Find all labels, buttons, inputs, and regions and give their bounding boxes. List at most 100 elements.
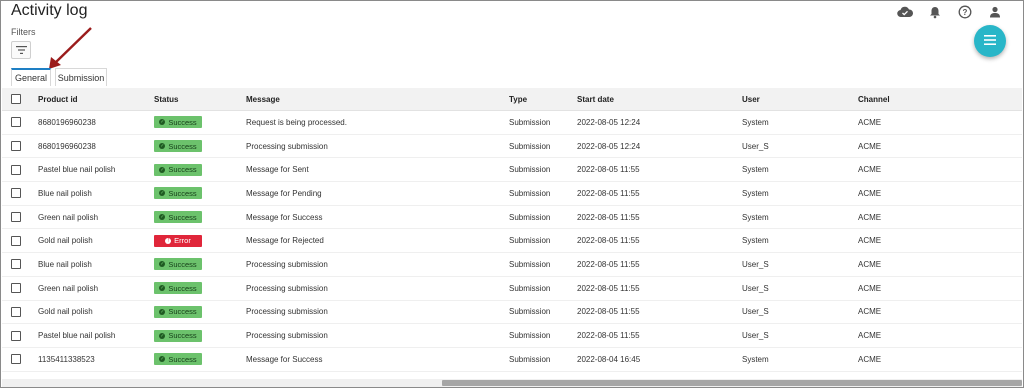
table-row[interactable]: Green nail polish ✓ Success Message for Suc… xyxy=(2,206,1022,230)
table-row[interactable]: Pastel blue nail polish ✓ Success Processin… xyxy=(2,324,1022,348)
product-id-cell: Gold nail polish xyxy=(38,307,93,317)
check-circle-icon: ✓ xyxy=(159,261,166,268)
row-checkbox[interactable] xyxy=(11,330,21,341)
row-checkbox[interactable] xyxy=(11,188,21,199)
user-cell: System xyxy=(742,165,769,175)
column-header-status[interactable]: Status xyxy=(154,95,178,104)
user-cell: User_S xyxy=(742,307,769,317)
start-date-cell: 2022-08-05 12:24 xyxy=(577,117,641,127)
row-checkbox[interactable] xyxy=(11,259,21,270)
table-row[interactable]: Pastel blue nail polish ✓ Success Message f… xyxy=(2,158,1022,183)
message-cell: Processing submission xyxy=(246,141,328,151)
menu-fab-button[interactable] xyxy=(974,25,1006,57)
product-id-cell: 8680196960238 xyxy=(38,117,96,127)
row-checkbox[interactable] xyxy=(11,283,21,294)
app-window: Activity log ? Filters General Submissio… xyxy=(0,0,1024,388)
message-cell: Message for Rejected xyxy=(246,236,324,246)
user-cell: System xyxy=(742,117,769,127)
product-id-cell: 1135411338523 xyxy=(38,354,95,364)
table-header: Product id Status Message Type Start dat… xyxy=(2,88,1022,111)
status-badge: ✓ Success xyxy=(154,163,202,176)
message-cell: Processing submission xyxy=(246,307,328,317)
row-checkbox[interactable] xyxy=(11,306,21,317)
menu-icon xyxy=(984,32,996,50)
message-cell: Processing submission xyxy=(246,331,328,341)
status-label: Success xyxy=(168,141,197,151)
status-badge: ✓ Success xyxy=(154,258,202,271)
table-row[interactable]: 8680196960238 ✓ Success Processing submissi… xyxy=(2,135,1022,159)
start-date-cell: 2022-08-04 16:45 xyxy=(577,354,641,364)
column-header-message[interactable]: Message xyxy=(246,95,280,104)
select-all-checkbox[interactable] xyxy=(11,94,21,104)
start-date-cell: 2022-08-05 11:55 xyxy=(577,212,640,222)
row-checkbox[interactable] xyxy=(11,212,21,223)
message-cell: Message for Sent xyxy=(246,165,309,175)
user-cell: System xyxy=(742,236,769,246)
table-row[interactable]: Blue nail polish ✓ Success Message for Pend… xyxy=(2,182,1022,206)
table-row[interactable]: 8680196960238 ✓ Success Request is being pr… xyxy=(2,111,1022,135)
column-header-user[interactable]: User xyxy=(742,95,760,104)
user-cell: User_S xyxy=(742,331,769,341)
product-id-cell: Green nail polish xyxy=(38,212,99,222)
check-circle-icon: ✓ xyxy=(159,308,166,315)
cloud-check-icon[interactable] xyxy=(895,3,915,21)
help-icon[interactable]: ? xyxy=(955,3,975,21)
tab-bar: General Submission xyxy=(11,68,107,86)
channel-cell: ACME xyxy=(858,165,882,175)
type-cell: Submission xyxy=(509,259,551,269)
row-checkbox[interactable] xyxy=(11,164,21,175)
product-id-cell: 8680196960238 xyxy=(38,141,96,151)
tab-submission[interactable]: Submission xyxy=(55,68,107,86)
horizontal-scrollbar[interactable] xyxy=(2,379,1022,387)
column-header-product-id[interactable]: Product id xyxy=(38,95,78,104)
status-badge: ✓ Success xyxy=(154,116,202,129)
message-cell: Processing submission xyxy=(246,259,328,269)
check-circle-icon: ✓ xyxy=(159,356,166,363)
header-icons: ? xyxy=(895,3,1005,21)
status-label: Success xyxy=(168,188,197,198)
column-header-start-date[interactable]: Start date xyxy=(577,95,614,104)
start-date-cell: 2022-08-05 11:55 xyxy=(577,188,640,198)
status-badge: ✓ Success xyxy=(154,187,202,200)
filter-button[interactable] xyxy=(11,41,31,59)
product-id-cell: Blue nail polish xyxy=(38,188,92,198)
status-label: Error xyxy=(174,236,191,246)
channel-cell: ACME xyxy=(858,212,882,222)
column-header-channel[interactable]: Channel xyxy=(858,95,890,104)
status-label: Success xyxy=(168,117,197,127)
table-row[interactable]: 1135411338523 ✓ Success Message for Success… xyxy=(2,348,1022,372)
product-id-cell: Pastel blue nail polish xyxy=(38,331,116,341)
message-cell: Message for Pending xyxy=(246,188,322,198)
type-cell: Submission xyxy=(509,165,551,175)
scrollbar-thumb[interactable] xyxy=(442,380,1022,386)
product-id-cell: Gold nail polish xyxy=(38,236,93,246)
row-checkbox[interactable] xyxy=(11,235,21,246)
message-cell: Message for Success xyxy=(246,354,323,364)
type-cell: Submission xyxy=(509,283,551,293)
status-badge: ✓ Success xyxy=(154,305,202,318)
table-row[interactable]: Gold nail polish! Error Message for Reject… xyxy=(2,229,1022,254)
user-cell: System xyxy=(742,188,769,198)
row-checkbox[interactable] xyxy=(11,354,21,365)
start-date-cell: 2022-08-05 11:55 xyxy=(577,307,640,317)
type-cell: Submission xyxy=(509,212,551,222)
tab-general[interactable]: General xyxy=(11,68,51,86)
status-badge: ✓ Success xyxy=(154,329,202,342)
filters-label: Filters xyxy=(11,27,36,37)
account-icon[interactable] xyxy=(985,3,1005,21)
type-cell: Submission xyxy=(509,236,551,246)
table-row[interactable]: Blue nail polish ✓ Success Processing submi… xyxy=(2,253,1022,277)
status-label: Success xyxy=(168,212,197,222)
start-date-cell: 2022-08-05 11:55 xyxy=(577,259,640,269)
status-badge: ✓ Success xyxy=(154,353,202,366)
row-checkbox[interactable] xyxy=(11,141,21,152)
row-checkbox[interactable] xyxy=(11,117,21,128)
channel-cell: ACME xyxy=(858,259,882,269)
table-row[interactable]: Green nail polish ✓ Success Processing subm… xyxy=(2,277,1022,301)
error-icon: ! xyxy=(165,237,172,244)
type-cell: Submission xyxy=(509,354,551,364)
table-row[interactable]: Gold nail polish ✓ Success Processing submi… xyxy=(2,301,1022,325)
bell-icon[interactable] xyxy=(925,3,945,21)
type-cell: Submission xyxy=(509,141,551,151)
column-header-type[interactable]: Type xyxy=(509,95,527,104)
